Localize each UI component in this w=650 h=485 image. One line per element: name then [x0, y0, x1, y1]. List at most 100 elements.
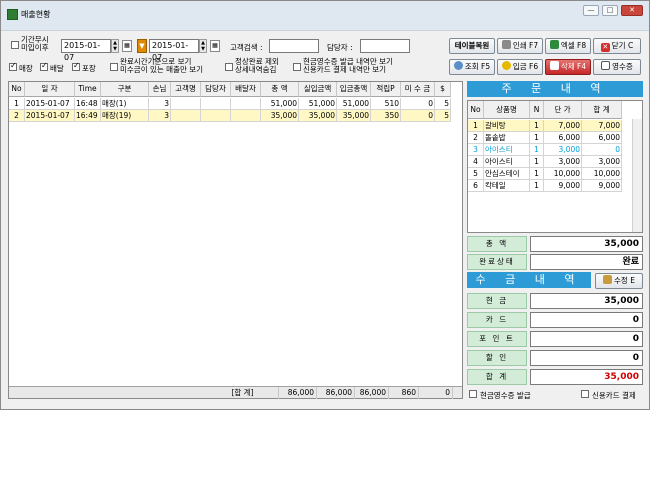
sales-column-header[interactable]: 손님: [149, 82, 171, 97]
cash-receipt-checkbox[interactable]: [469, 390, 477, 398]
delivery-checkbox[interactable]: [40, 61, 48, 71]
sales-column-header[interactable]: 담당자: [201, 82, 231, 97]
order-cell[interactable]: 1: [468, 120, 484, 132]
sales-column-header[interactable]: No: [9, 82, 25, 97]
sales-column-header[interactable]: 입금총액: [337, 82, 371, 97]
completion-time-checkbox[interactable]: [110, 63, 118, 71]
table-cell[interactable]: [231, 110, 261, 122]
payment-edit-button[interactable]: 수정 E: [595, 273, 643, 289]
calendar-icon[interactable]: ▦: [122, 40, 132, 52]
date-to-field[interactable]: 2015-01-07: [149, 39, 199, 62]
order-column-header[interactable]: N: [530, 101, 544, 119]
order-cell[interactable]: 6,000: [544, 132, 582, 144]
order-cell[interactable]: 10,000: [582, 168, 622, 180]
order-cell[interactable]: 아이스티: [484, 144, 530, 156]
order-column-header[interactable]: 단 가: [544, 101, 582, 119]
order-cell[interactable]: 아이스티: [484, 156, 530, 168]
sales-column-header[interactable]: 실입금액: [299, 82, 337, 97]
order-cell[interactable]: 6: [468, 180, 484, 192]
order-cell[interactable]: 갈비탕: [484, 120, 530, 132]
order-column-header[interactable]: 합 계: [582, 101, 622, 119]
table-cell[interactable]: 51,000: [337, 98, 371, 110]
table-cell[interactable]: 0: [401, 110, 435, 122]
print-button[interactable]: 인쇄 F7: [497, 38, 543, 54]
table-cell[interactable]: 51,000: [261, 98, 299, 110]
table-cell[interactable]: 5: [435, 110, 451, 122]
table-cell[interactable]: 35,000: [299, 110, 337, 122]
table-cell[interactable]: 매장(1): [101, 98, 149, 110]
table-cell[interactable]: 2: [9, 110, 25, 122]
table-cell[interactable]: 510: [371, 98, 401, 110]
order-cell[interactable]: 5: [468, 168, 484, 180]
deposit-button[interactable]: 입금 F6: [497, 59, 543, 75]
arrow-down-icon[interactable]: ▼: [137, 39, 147, 53]
order-cell[interactable]: 1: [530, 156, 544, 168]
order-cell[interactable]: 돌솥밥: [484, 132, 530, 144]
pickup-checkbox[interactable]: [72, 61, 80, 71]
order-cell[interactable]: 0: [582, 144, 622, 156]
sales-column-header[interactable]: Time: [75, 82, 101, 97]
close-button[interactable]: ✕ 닫기 C: [593, 38, 641, 54]
order-cell[interactable]: 9,000: [582, 180, 622, 192]
timeless-checkbox[interactable]: [11, 41, 19, 49]
sales-column-header[interactable]: 미 수 금: [401, 82, 435, 97]
sales-column-header[interactable]: 적립P: [371, 82, 401, 97]
table-cell[interactable]: 1: [9, 98, 25, 110]
date-from-spinner[interactable]: ▲ ▼: [111, 39, 119, 53]
order-cell[interactable]: 1: [530, 180, 544, 192]
table-cell[interactable]: 51,000: [299, 98, 337, 110]
table-cell[interactable]: 35,000: [261, 110, 299, 122]
order-cell[interactable]: 7,000: [582, 120, 622, 132]
table-cell[interactable]: [171, 98, 201, 110]
credit-card-checkbox[interactable]: [581, 390, 589, 398]
order-cell[interactable]: 3,000: [544, 156, 582, 168]
order-scrollbar[interactable]: [632, 119, 642, 232]
table-cell[interactable]: 2015-01-07: [25, 110, 75, 122]
table-cell[interactable]: 0: [401, 98, 435, 110]
table-cell[interactable]: 35,000: [337, 110, 371, 122]
order-cell[interactable]: 2: [468, 132, 484, 144]
order-cell[interactable]: 6,000: [582, 132, 622, 144]
sales-column-header[interactable]: $: [435, 82, 451, 97]
manager-input[interactable]: [360, 39, 410, 53]
minimize-button[interactable]: —: [583, 5, 599, 16]
order-cell[interactable]: 3: [468, 144, 484, 156]
table-cell[interactable]: 매장(19): [101, 110, 149, 122]
table-cell[interactable]: [201, 110, 231, 122]
table-cell[interactable]: [201, 98, 231, 110]
receipt-button[interactable]: 영수증: [593, 59, 641, 75]
order-cell[interactable]: 3,000: [582, 156, 622, 168]
table-cell[interactable]: 2015-01-07: [25, 98, 75, 110]
table-cell[interactable]: 3: [149, 98, 171, 110]
order-cell[interactable]: 9,000: [544, 180, 582, 192]
sales-column-header[interactable]: 총 액: [261, 82, 299, 97]
order-cell[interactable]: 10,000: [544, 168, 582, 180]
table-cell[interactable]: 16:48: [75, 98, 101, 110]
sales-column-header[interactable]: 배달자: [231, 82, 261, 97]
order-cell[interactable]: 4: [468, 156, 484, 168]
store-checkbox[interactable]: [9, 61, 17, 71]
cash-receipt-filter-checkbox[interactable]: [293, 63, 301, 71]
calendar-icon[interactable]: ▦: [210, 40, 220, 52]
sales-column-header[interactable]: 구분: [101, 82, 149, 97]
date-to-spinner[interactable]: ▲ ▼: [199, 39, 207, 53]
table-cell[interactable]: [171, 110, 201, 122]
table-cell[interactable]: [231, 98, 261, 110]
table-cell[interactable]: 3: [149, 110, 171, 122]
order-column-header[interactable]: No: [468, 101, 484, 119]
order-cell[interactable]: 1: [530, 168, 544, 180]
search-button[interactable]: 조회 F5: [449, 59, 495, 75]
order-cell[interactable]: 1: [530, 132, 544, 144]
order-cell[interactable]: 칵테일: [484, 180, 530, 192]
order-cell[interactable]: 1: [530, 144, 544, 156]
table-cell[interactable]: 5: [435, 98, 451, 110]
table-cell[interactable]: 350: [371, 110, 401, 122]
order-cell[interactable]: 안심스테이: [484, 168, 530, 180]
table-restore-button[interactable]: 테이블복원: [449, 38, 495, 54]
settle-checkbox[interactable]: [225, 63, 233, 71]
close-window-button[interactable]: ✕: [621, 5, 643, 16]
date-from-field[interactable]: 2015-01-07: [61, 39, 111, 62]
sales-column-header[interactable]: 고객명: [171, 82, 201, 97]
sales-column-header[interactable]: 일 자: [25, 82, 75, 97]
order-column-header[interactable]: 상품명: [484, 101, 530, 119]
